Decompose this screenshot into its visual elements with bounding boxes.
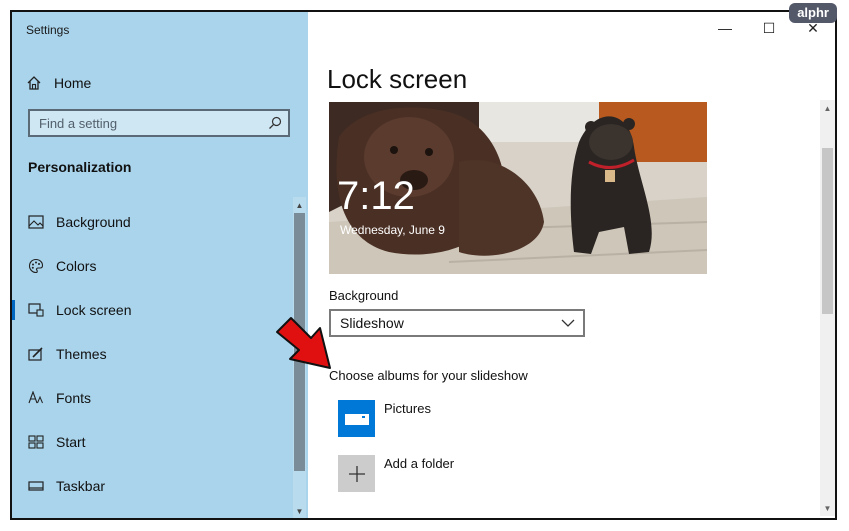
sidebar-item-taskbar[interactable]: Taskbar [12,464,294,508]
album-label: Pictures [384,401,431,416]
palette-icon [28,258,44,274]
sidebar-item-label: Themes [56,346,107,362]
main-pane: — ☐ ✕ Lock screen 7:12 Wednesday, June 9… [308,12,835,518]
start-icon [28,434,44,450]
lock-screen-icon [28,302,44,318]
sidebar-item-label: Background [56,214,131,230]
album-pictures[interactable]: Pictures [338,400,638,440]
main-scroll-thumb[interactable] [822,148,833,314]
preview-date: Wednesday, June 9 [340,223,445,237]
sidebar-nav: Background Colors Lock screen Themes Fon… [12,200,294,508]
search-placeholder: Find a setting [39,115,118,131]
settings-window: Settings Home Find a setting Personaliza… [10,10,837,520]
watermark-logo: alphr [789,3,837,23]
maximize-button[interactable]: ☐ [747,12,791,44]
home-icon [27,76,41,90]
sidebar-item-themes[interactable]: Themes [12,332,294,376]
sidebar: Settings Home Find a setting Personaliza… [12,12,308,518]
font-icon [28,390,44,406]
albums-label: Choose albums for your slideshow [329,368,528,383]
add-folder-button[interactable]: Add a folder [338,455,638,495]
search-icon[interactable] [268,116,282,130]
album-label: Add a folder [384,456,455,471]
picture-icon [28,214,44,230]
scroll-down-icon[interactable]: ▼ [820,502,835,516]
sidebar-item-lock-screen[interactable]: Lock screen [12,288,294,332]
sidebar-item-label: Fonts [56,390,92,406]
brush-icon [28,346,44,362]
sidebar-item-label: Colors [56,258,97,274]
scroll-down-icon[interactable]: ▼ [293,505,306,518]
sidebar-item-label: Lock screen [56,302,132,318]
section-title: Personalization [28,159,132,175]
pointer-arrow-icon [276,317,331,369]
sidebar-item-background[interactable]: Background [12,200,294,244]
plus-icon [338,455,375,492]
scroll-up-icon[interactable]: ▲ [293,199,306,212]
main-scrollbar[interactable]: ▲ ▼ [820,100,835,516]
folder-icon [338,400,375,437]
background-label: Background [329,288,399,303]
home-label: Home [54,75,92,91]
search-input[interactable]: Find a setting [28,109,290,137]
preview-time: 7:12 [337,174,415,218]
taskbar-icon [28,478,44,494]
sidebar-item-label: Taskbar [56,478,106,494]
sidebar-item-start[interactable]: Start [12,420,294,464]
chevron-down-icon [561,319,575,327]
sidebar-item-label: Start [56,434,86,450]
sidebar-item-fonts[interactable]: Fonts [12,376,294,420]
app-title: Settings [26,23,70,37]
page-title: Lock screen [327,64,468,94]
sidebar-item-home[interactable]: Home [26,72,91,94]
minimize-button[interactable]: — [703,12,747,44]
background-value: Slideshow [340,315,404,331]
sidebar-item-colors[interactable]: Colors [12,244,294,288]
lock-screen-preview: 7:12 Wednesday, June 9 [329,102,707,274]
scroll-up-icon[interactable]: ▲ [820,102,835,116]
background-dropdown[interactable]: Slideshow [329,309,585,337]
